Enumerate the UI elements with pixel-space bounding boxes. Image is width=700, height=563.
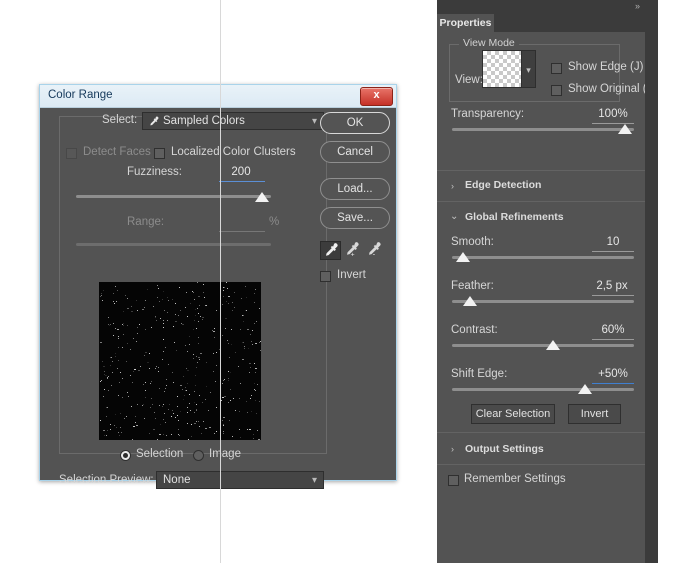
show-edge-checkbox[interactable] [551, 63, 562, 74]
clear-selection-button[interactable]: Clear Selection [471, 404, 555, 424]
selection-radio-label: Selection [136, 448, 184, 460]
shift-edge-slider-thumb[interactable] [578, 384, 592, 394]
select-value: Sampled Colors [163, 115, 245, 127]
show-original-checkbox[interactable] [551, 85, 562, 96]
section-output-settings[interactable]: Output Settings [465, 443, 544, 455]
color-range-preview[interactable] [99, 282, 261, 440]
eyedropper-subtract-glyph: - [368, 242, 381, 258]
load-button[interactable]: Load... [320, 178, 390, 200]
fuzziness-slider-track[interactable] [76, 195, 271, 198]
divider [437, 432, 645, 433]
range-underline [219, 231, 265, 232]
select-label: Select: [102, 114, 138, 126]
section-edge-detection[interactable]: Edge Detection [465, 179, 541, 191]
shift-edge-slider-track[interactable] [452, 388, 634, 391]
feather-slider-thumb[interactable] [463, 296, 477, 306]
transparency-slider-thumb[interactable] [618, 124, 632, 134]
eyedropper-subtract-icon[interactable]: - [364, 241, 385, 260]
smooth-slider-track[interactable] [452, 256, 634, 259]
localized-color-clusters-label: Localized Color Clusters [171, 146, 296, 158]
eyedropper-glyph [325, 243, 338, 256]
color-range-dialog: Color Range x Select: Sampled Colors ▾ D… [39, 84, 397, 489]
range-label: Range: [127, 216, 165, 228]
feather-label: Feather: [451, 280, 494, 292]
chevron-right-icon[interactable]: › [451, 181, 454, 191]
shift-edge-value[interactable]: +50% [591, 368, 635, 380]
dialog-body: Select: Sampled Colors ▾ Detect Faces Lo… [41, 108, 395, 489]
shift-edge-label: Shift Edge: [451, 368, 508, 380]
feather-value[interactable]: 2,5 px [589, 280, 635, 292]
svg-text:+: + [351, 251, 355, 258]
selection-preview-value: None [163, 474, 191, 486]
chevron-down-icon[interactable]: ⌄ [450, 211, 458, 222]
fuzziness-label: Fuzziness: [127, 166, 182, 178]
chevron-right-icon[interactable]: › [451, 444, 454, 454]
svg-text:-: - [373, 249, 376, 258]
transparency-value[interactable]: 100% [593, 108, 633, 120]
cancel-button[interactable]: Cancel [320, 141, 390, 163]
chevron-down-icon: ▾ [311, 116, 317, 127]
ok-button[interactable]: OK [320, 112, 390, 134]
eyedropper-icon [150, 116, 159, 126]
divider [437, 201, 645, 202]
smooth-slider-thumb[interactable] [456, 252, 470, 262]
panel-edge [220, 0, 221, 563]
chevron-down-icon: ▾ [311, 475, 317, 486]
select-dropdown[interactable]: Sampled Colors ▾ [142, 112, 324, 130]
divider [437, 464, 645, 465]
divider [437, 170, 645, 171]
view-label: View: [455, 74, 483, 86]
smooth-underline [592, 251, 634, 252]
range-slider-track [76, 243, 271, 246]
view-thumbnail[interactable] [482, 50, 522, 88]
contrast-value[interactable]: 60% [593, 324, 633, 336]
dialog-titlebar[interactable]: Color Range x [40, 85, 396, 108]
fuzziness-value[interactable]: 200 [221, 166, 261, 178]
invert-checkbox[interactable] [320, 271, 331, 282]
panel-rail [645, 0, 658, 563]
close-button[interactable]: x [360, 87, 393, 106]
chevron-down-icon[interactable]: ▾ [522, 50, 536, 88]
eyedropper-add-icon[interactable]: + [342, 241, 363, 260]
selection-radio[interactable] [120, 450, 131, 461]
contrast-label: Contrast: [451, 324, 498, 336]
contrast-slider-track[interactable] [452, 344, 634, 347]
selection-preview-dropdown[interactable]: None ▾ [156, 471, 324, 489]
remember-settings-checkbox[interactable] [448, 475, 459, 486]
collapse-panel-icon[interactable]: » [635, 1, 640, 11]
remember-settings-label: Remember Settings [464, 473, 566, 485]
range-unit: % [269, 216, 280, 228]
smooth-label: Smooth: [451, 236, 494, 248]
contrast-slider-thumb[interactable] [546, 340, 560, 350]
properties-panel: » Properties View Mode View: ▾ Show Edge… [437, 0, 658, 563]
detect-faces-checkbox [66, 148, 77, 159]
selection-preview-label: Selection Preview: [59, 474, 154, 486]
localized-color-clusters-checkbox[interactable] [154, 148, 165, 159]
eyedropper-add-glyph: + [346, 242, 359, 258]
panel-tabbar: Properties [437, 14, 645, 32]
panel-invert-button[interactable]: Invert [568, 404, 621, 424]
transparency-slider-track[interactable] [452, 128, 634, 131]
fuzziness-underline [219, 181, 265, 182]
feather-slider-track[interactable] [452, 300, 634, 303]
panel-content: View Mode View: ▾ Show Edge (J) Show Ori… [437, 32, 658, 563]
feather-underline [592, 295, 634, 296]
view-mode-legend: View Mode [459, 37, 519, 49]
panel-topbar: » [437, 0, 645, 14]
tab-properties[interactable]: Properties [437, 14, 494, 32]
transparency-label: Transparency: [451, 108, 525, 120]
eyedropper-icon[interactable] [320, 241, 341, 260]
fuzziness-slider-thumb[interactable] [255, 192, 269, 202]
contrast-underline [592, 339, 634, 340]
show-edge-label: Show Edge (J) [568, 61, 644, 73]
invert-label: Invert [337, 269, 366, 281]
section-global-refinements[interactable]: Global Refinements [465, 211, 564, 223]
dialog-title: Color Range [48, 89, 113, 101]
smooth-value[interactable]: 10 [593, 236, 633, 248]
save-button[interactable]: Save... [320, 207, 390, 229]
shift-edge-underline [592, 383, 634, 384]
detect-faces-label: Detect Faces [83, 146, 151, 158]
image-radio[interactable] [193, 450, 204, 461]
image-radio-label: Image [209, 448, 241, 460]
